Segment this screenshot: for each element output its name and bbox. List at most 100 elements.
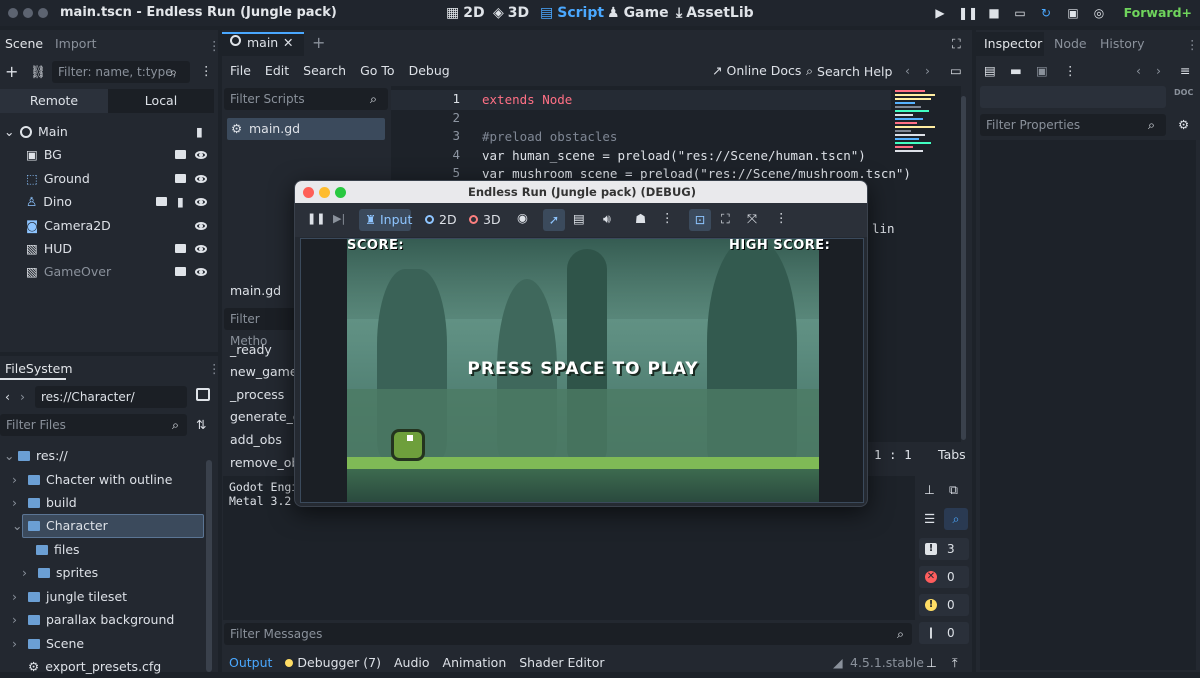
workspace-3d[interactable]: ◈ 3D	[493, 5, 529, 21]
split-view-icon[interactable]	[196, 388, 210, 401]
close-window-icon[interactable]	[8, 8, 18, 18]
pause-icon[interactable]: ❚❚	[307, 212, 325, 225]
filter-errors[interactable]: ✕ 0	[919, 566, 969, 588]
menu-search[interactable]: Search	[303, 63, 346, 78]
collapse-icon[interactable]: ☰	[924, 511, 935, 526]
visibility-eye-icon[interactable]	[195, 221, 207, 230]
extra-options-icon[interactable]: ⋮	[1064, 63, 1077, 78]
camera-override-icon[interactable]: ☗	[635, 211, 646, 226]
renderer-selector[interactable]: Forward+	[1124, 5, 1192, 20]
menu-goto[interactable]: Go To	[360, 63, 394, 78]
visibility-icon[interactable]: ◉	[517, 210, 528, 225]
filter-messages-input[interactable]: Filter Messages	[224, 623, 912, 645]
save-icon[interactable]: ▣	[1036, 63, 1048, 78]
next-frame-icon[interactable]: ▶|	[333, 212, 345, 225]
fs-item-sprites[interactable]: › sprites	[22, 561, 98, 584]
scene-instance-icon[interactable]	[175, 174, 186, 183]
fs-item-parallax-background[interactable]: › parallax background	[12, 608, 174, 631]
tab-scene[interactable]: Scene	[5, 36, 43, 51]
history-forward-icon[interactable]: ›	[1156, 63, 1161, 78]
tree-node-camera2d[interactable]: ◙ Camera2D	[26, 214, 216, 237]
properties-menu-icon[interactable]: ⚙	[1178, 117, 1189, 132]
fs-kebab-icon[interactable]: ⋮	[208, 361, 221, 376]
workspace-game[interactable]: ♟ Game	[607, 5, 669, 21]
pause-icon[interactable]: ❚❚	[958, 4, 978, 22]
close-icon[interactable]: ✕	[283, 35, 293, 50]
tab-animation[interactable]: Animation	[443, 655, 507, 670]
sort-icon[interactable]: ⇅	[196, 417, 206, 432]
filter-warnings[interactable]: ! 0	[919, 594, 969, 616]
tree-node-ground[interactable]: ⬚ Ground	[26, 167, 216, 190]
workspace-2d[interactable]: ▦ 2D	[446, 5, 485, 21]
inspector-kebab-icon[interactable]: ⋮	[1186, 37, 1199, 52]
prev-script-icon[interactable]: ‹	[905, 63, 910, 78]
filter-files-input[interactable]: Filter Files	[0, 414, 187, 436]
stop-icon[interactable]: ■	[985, 4, 1003, 22]
visibility-eye-icon[interactable]	[195, 197, 207, 206]
forward-arrow-icon[interactable]: ›	[20, 389, 25, 404]
visibility-eye-icon[interactable]	[195, 174, 207, 183]
tab-history[interactable]: History	[1100, 36, 1144, 51]
next-script-icon[interactable]: ›	[925, 63, 930, 78]
method-item[interactable]: add_obs	[230, 432, 282, 447]
fs-item-chacter-outline[interactable]: › Chacter with outline	[12, 468, 172, 491]
scene-instance-icon[interactable]	[175, 267, 186, 276]
workspace-script[interactable]: ▤ Script	[540, 5, 604, 21]
play-icon[interactable]: ▶	[931, 4, 949, 22]
menu-file[interactable]: File	[230, 63, 251, 78]
workspace-assetlib[interactable]: ⤓ AssetLib	[676, 5, 754, 21]
filter-properties-input[interactable]: Filter Properties	[980, 114, 1166, 136]
tree-node-gameover[interactable]: ▧ GameOver	[26, 260, 216, 283]
pin-icon[interactable]: ⊥	[926, 655, 937, 670]
visibility-eye-icon[interactable]	[195, 244, 207, 253]
code-scrollbar[interactable]	[961, 96, 966, 440]
scene-kebab-icon[interactable]: ⋮	[200, 63, 213, 78]
fs-item-scene[interactable]: › Scene	[12, 632, 84, 655]
filter-methods-input[interactable]: Filter Metho	[224, 308, 298, 348]
tree-node-bg[interactable]: ▣ BG	[26, 143, 216, 166]
tab-import[interactable]: Import	[55, 36, 97, 51]
path-input[interactable]: res://Character/	[35, 386, 187, 408]
keep-aspect-icon[interactable]: ⛶	[721, 211, 730, 227]
stretch-icon[interactable]: ⤧	[747, 211, 757, 227]
filter-scripts-input[interactable]: Filter Scripts	[224, 88, 388, 110]
visibility-eye-icon[interactable]	[195, 150, 207, 159]
3d-mode-button[interactable]: 3D	[483, 212, 501, 227]
game-kebab-icon[interactable]: ⋮	[661, 210, 674, 225]
fs-item-character[interactable]: ⌄ Character	[12, 514, 108, 537]
method-item[interactable]: _ready	[230, 342, 272, 357]
tab-node[interactable]: Node	[1054, 36, 1087, 51]
scene-instance-icon[interactable]	[175, 244, 186, 253]
expand-panel-icon[interactable]: ⤒	[952, 655, 958, 671]
fs-scrollbar[interactable]	[206, 460, 212, 672]
tab-remote[interactable]: Remote	[0, 89, 108, 113]
minimize-window-icon[interactable]	[23, 8, 33, 18]
clear-output-icon[interactable]: ⊥	[924, 482, 935, 497]
tree-node-hud[interactable]: ▧ HUD	[26, 237, 216, 260]
doc-icon[interactable]: DOC	[1174, 88, 1193, 97]
visibility-eye-icon[interactable]	[195, 267, 207, 276]
fs-item-root[interactable]: ⌄ res://	[4, 444, 68, 467]
menu-debug[interactable]: Debug	[409, 63, 450, 78]
2d-mode-button[interactable]: 2D	[439, 212, 457, 227]
fullscreen-icon[interactable]: ⛶	[952, 36, 961, 52]
tab-audio[interactable]: Audio	[394, 655, 430, 670]
add-node-icon[interactable]: +	[5, 62, 18, 81]
scene-instance-icon[interactable]	[156, 197, 167, 206]
indent-mode[interactable]: Tabs	[938, 447, 966, 462]
copy-output-icon[interactable]: ⧉	[949, 482, 958, 498]
tab-local[interactable]: Local	[108, 89, 214, 113]
zoom-window-icon[interactable]	[38, 8, 48, 18]
history-back-icon[interactable]: ‹	[1136, 63, 1141, 78]
tab-output[interactable]: Output	[229, 655, 272, 670]
link-icon[interactable]: ⛓	[30, 64, 46, 80]
reload-icon[interactable]: ↻	[1037, 4, 1055, 22]
kebab-icon[interactable]: ⋮	[208, 38, 221, 53]
open-folder-icon[interactable]: ▬	[1010, 63, 1022, 78]
audio-icon[interactable]: 🔊︎	[603, 211, 611, 227]
game-options-kebab-icon[interactable]: ⋮	[775, 210, 788, 225]
toggle-scripts-panel-icon[interactable]: ▭	[950, 63, 962, 78]
new-resource-icon[interactable]: ▤	[984, 63, 996, 78]
search-help-button[interactable]: ⌕ Search Help	[806, 63, 892, 79]
object-path-field[interactable]	[980, 86, 1166, 108]
